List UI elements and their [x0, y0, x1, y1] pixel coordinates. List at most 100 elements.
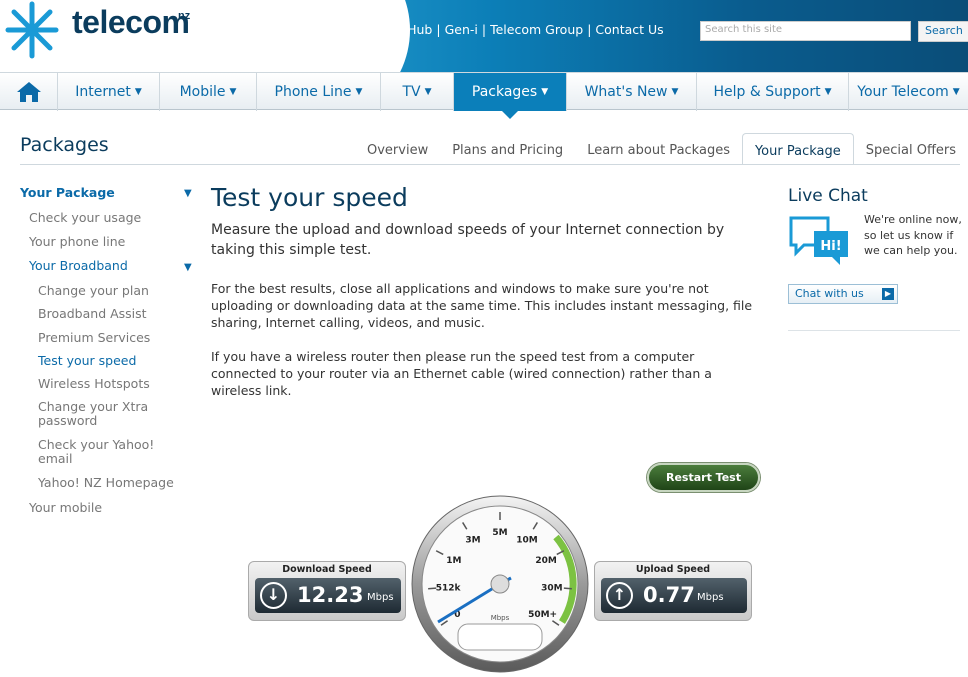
sidebar-item-test-speed[interactable]: Test your speed	[38, 353, 136, 368]
caret-down-icon: ▼	[541, 87, 549, 97]
brand-logo-text[interactable]: telecom	[72, 4, 190, 41]
chat-with-us-button[interactable]: Chat with us ▶	[788, 284, 898, 304]
brand-logo-suffix: nz	[178, 10, 191, 22]
gauge-tick-label: 30M	[541, 583, 563, 593]
gauge-value-window	[457, 623, 543, 651]
nav-label: Phone Line	[274, 84, 352, 100]
top-links: Business Hub | Gen-i | Telecom Group | Contact…	[348, 22, 664, 37]
caret-down-icon: ▼	[824, 87, 832, 97]
sidebar-item-your-broadband[interactable]: Your Broadband	[29, 258, 128, 273]
page-title: Packages	[20, 134, 109, 156]
gauge-unit: Mbps	[491, 614, 510, 622]
nav-phone-line[interactable]: Phone Line ▼	[257, 73, 381, 111]
sidebar-item-broadband-assist[interactable]: Broadband Assist	[38, 306, 147, 321]
divider: |	[436, 22, 441, 37]
sidebar-item-change-plan[interactable]: Change your plan	[38, 283, 149, 298]
upload-arrow-icon: ↑	[606, 582, 633, 609]
sidebar-item-yahoo-homepage[interactable]: Yahoo! NZ Homepage	[38, 475, 174, 490]
nav-whats-new[interactable]: What's New ▼	[567, 73, 697, 111]
download-value: 12.23	[297, 583, 364, 607]
gauge-tick-label: 10M	[516, 536, 538, 546]
caret-down-icon: ▼	[671, 87, 679, 97]
sidebar-item-phone-line[interactable]: Your phone line	[29, 234, 125, 249]
sidebar-item-check-usage[interactable]: Check your usage	[29, 210, 141, 225]
tab-plans-and-pricing[interactable]: Plans and Pricing	[440, 133, 575, 165]
nav-your-telecom[interactable]: Your Telecom ▼	[849, 73, 968, 111]
content-heading: Test your speed	[211, 183, 408, 212]
restart-test-button[interactable]: Restart Test	[647, 463, 760, 492]
gauge-tick-label: 50M+	[528, 610, 557, 620]
caret-down-icon: ▼	[424, 87, 432, 97]
telecom-star-logo-icon[interactable]	[2, 0, 62, 60]
tab-learn-about-packages[interactable]: Learn about Packages	[575, 133, 742, 165]
caret-down-icon: ▼	[229, 87, 237, 97]
sidebar-item-xtra-password[interactable]: Change your Xtra password	[38, 400, 178, 428]
intro-text: Measure the upload and download speeds o…	[211, 222, 725, 258]
nav-label: Help & Support	[713, 84, 821, 100]
live-chat-text: We're online now, so let us know if we c…	[864, 213, 962, 257]
search-button[interactable]: Search	[918, 21, 968, 42]
tab-overview[interactable]: Overview	[355, 133, 440, 165]
search-input[interactable]: Search this site	[700, 21, 911, 41]
download-label: Download Speed	[282, 564, 372, 575]
gauge-tick-label: 20M	[535, 556, 557, 566]
nav-packages[interactable]: Packages ▼	[454, 73, 567, 119]
upload-readout: ↑ 0.77 Mbps	[601, 578, 747, 613]
caret-down-icon: ▼	[952, 87, 960, 97]
divider: |	[481, 22, 487, 37]
house-icon	[16, 82, 41, 102]
gauge-tick-label: 512k	[436, 583, 462, 593]
sidebar-nav: Your Package ▼ Check your usage Your pho…	[20, 182, 200, 522]
upload-speed-panel: Upload Speed ↑ 0.77 Mbps	[594, 561, 752, 621]
download-speed-panel: Download Speed ↓ 12.23 Mbps	[248, 561, 406, 621]
nav-label: Packages	[471, 84, 538, 100]
toplink-contact-us[interactable]: Contact Us	[595, 22, 663, 37]
tab-your-package[interactable]: Your Package	[741, 133, 854, 165]
upload-value: 0.77	[643, 583, 695, 607]
live-chat-title: Live Chat	[788, 186, 868, 206]
tab-special-offers[interactable]: Special Offers	[854, 133, 968, 165]
nav-label: Internet	[75, 84, 131, 100]
upload-unit: Mbps	[697, 592, 724, 603]
divider: |	[587, 22, 592, 37]
nav-internet[interactable]: Internet ▼	[58, 73, 160, 111]
sidebar-item-your-package[interactable]: Your Package	[20, 185, 115, 200]
triangle-down-icon[interactable]: ▼	[184, 262, 192, 273]
toplink-business-hub[interactable]: Business Hub	[348, 22, 432, 37]
upload-label: Upload Speed	[635, 564, 711, 575]
sidebar-item-wireless-hotspots[interactable]: Wireless Hotspots	[38, 376, 150, 391]
gauge-tick-label: 5M	[492, 528, 507, 538]
nav-label: TV	[402, 84, 421, 100]
download-arrow-icon: ↓	[260, 582, 287, 609]
chat-button-label: Chat with us	[795, 287, 864, 300]
triangle-down-icon[interactable]: ▼	[184, 188, 192, 199]
toplink-telecom-group[interactable]: Telecom Group	[490, 22, 583, 37]
sidebar-item-your-mobile[interactable]: Your mobile	[29, 500, 102, 515]
wireless-note-paragraph: If you have a wireless router then pleas…	[211, 349, 712, 398]
main-nav: Internet ▼ Mobile ▼ Phone Line ▼ TV ▼ Packag…	[0, 72, 968, 119]
instructions-paragraph: For the best results, close all applicat…	[211, 281, 753, 330]
nav-label: Mobile	[179, 84, 226, 100]
gauge-tick	[563, 587, 572, 590]
toplink-gen-i[interactable]: Gen-i	[445, 22, 478, 37]
live-chat-divider	[788, 330, 960, 331]
gauge-tick-label: 1M	[446, 556, 461, 566]
sidebar-item-yahoo-email[interactable]: Check your Yahoo! email	[38, 438, 178, 466]
nav-tv[interactable]: TV ▼	[381, 73, 454, 111]
download-readout: ↓ 12.23 Mbps	[255, 578, 401, 613]
download-unit: Mbps	[367, 592, 394, 603]
caret-down-icon: ▼	[134, 87, 142, 97]
nav-label: What's New	[584, 84, 668, 100]
caret-down-icon: ▼	[355, 87, 363, 97]
chat-bubbles-icon[interactable]: Hi!	[788, 215, 852, 267]
nav-help-support[interactable]: Help & Support ▼	[697, 73, 849, 111]
nav-mobile[interactable]: Mobile ▼	[160, 73, 257, 111]
nav-home[interactable]	[0, 73, 58, 111]
chat-icon-label: Hi!	[820, 239, 841, 254]
nav-label: Your Telecom	[857, 84, 949, 100]
sidebar-item-premium-services[interactable]: Premium Services	[38, 330, 150, 345]
speed-gauge: 0512k1M3M5M10M20M30M50M+ Mbps	[411, 495, 589, 673]
gauge-hub	[490, 574, 510, 594]
sub-tabs: Overview Plans and Pricing Learn about P…	[355, 133, 968, 165]
arrow-right-icon: ▶	[882, 288, 894, 300]
